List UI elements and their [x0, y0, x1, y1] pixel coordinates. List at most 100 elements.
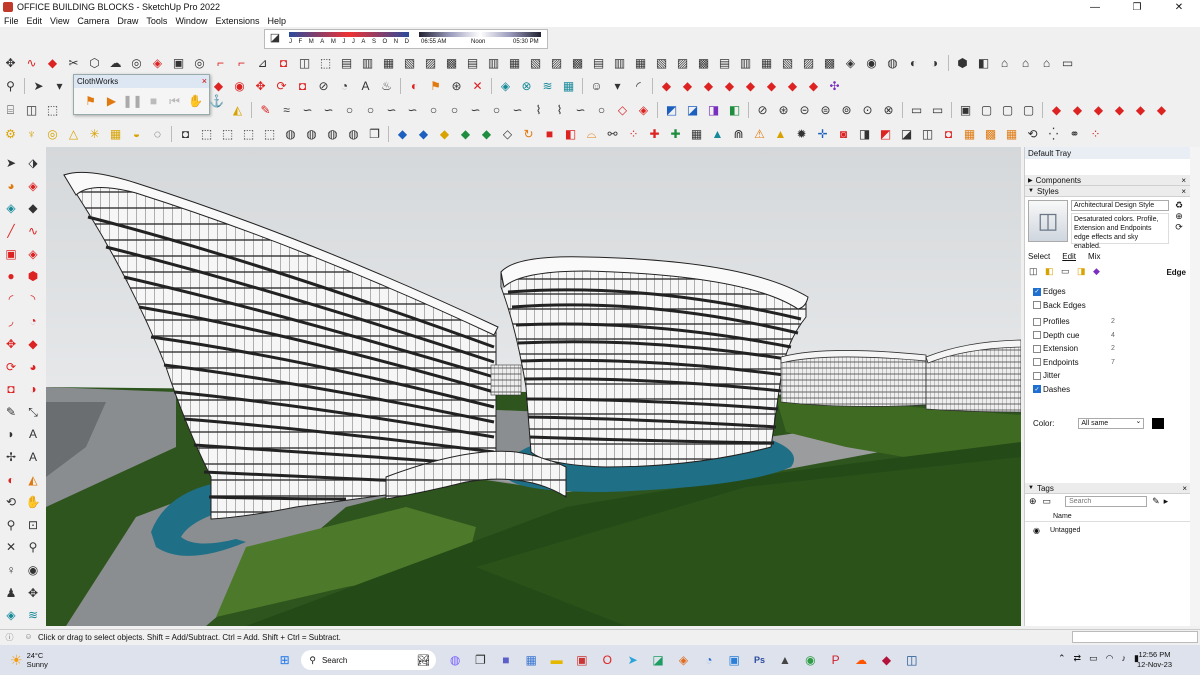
curve-icon[interactable]: ∽ — [404, 101, 422, 119]
cube-icon[interactable]: ▨ — [548, 54, 566, 72]
axis-icon[interactable]: ◆ — [658, 77, 676, 95]
view-icon[interactable]: ▭ — [908, 101, 926, 119]
dots-icon[interactable]: ⁘ — [625, 125, 643, 143]
add-tag-icon[interactable]: ⊕ — [1029, 496, 1037, 507]
cube-icon[interactable]: ⬚ — [317, 54, 335, 72]
copilot-icon[interactable]: ◍ — [445, 650, 465, 670]
edge-option-dashes[interactable]: ✓ Dashes — [1025, 383, 1190, 397]
jitter-checkbox[interactable] — [1033, 371, 1041, 380]
endpoints-value[interactable]: 7 — [1111, 359, 1115, 366]
ring-icon[interactable]: ◎ — [128, 54, 146, 72]
style-icon[interactable]: ⊚ — [838, 101, 856, 119]
cube-icon[interactable]: ▩ — [569, 54, 587, 72]
paint-bucket-icon[interactable]: ♨ — [378, 77, 396, 95]
offset-icon[interactable]: ◑ — [24, 380, 42, 398]
volume-icon[interactable]: ♪ — [1121, 653, 1126, 664]
cube-icon[interactable]: ▥ — [737, 54, 755, 72]
star-icon[interactable]: ✳ — [86, 125, 104, 143]
cube-icon[interactable]: ▥ — [359, 54, 377, 72]
left-view-icon[interactable]: ▭ — [1059, 54, 1077, 72]
window-icon[interactable]: ▢ — [999, 101, 1017, 119]
shape-icon[interactable]: ◘ — [940, 125, 958, 143]
protractor-icon[interactable]: ◗ — [2, 425, 20, 443]
add-folder-icon[interactable]: ▭ — [1043, 496, 1052, 507]
walk-icon[interactable]: ⚑ — [427, 77, 445, 95]
cylinder-icon[interactable]: ◍ — [282, 125, 300, 143]
cube-icon[interactable]: ▩ — [821, 54, 839, 72]
tool-icon[interactable]: ◈ — [635, 101, 653, 119]
photos-icon[interactable]: ▣ — [724, 650, 744, 670]
prism-icon[interactable]: △ — [65, 125, 83, 143]
box-icon[interactable]: ◫ — [296, 54, 314, 72]
profiles-value[interactable]: 2 — [1111, 318, 1115, 325]
menu-draw[interactable]: Draw — [117, 16, 138, 26]
building-distant-3[interactable] — [490, 364, 522, 396]
home-icon[interactable]: ⌂ — [996, 54, 1014, 72]
position-camera-icon[interactable]: ♀ — [2, 561, 20, 579]
pinterest-icon[interactable]: P — [826, 650, 846, 670]
weather-widget[interactable]: ☀ 24°C Sunny — [10, 651, 48, 669]
dimension-icon[interactable]: ⤡ — [24, 403, 42, 421]
link-icon[interactable]: ⚯ — [604, 125, 622, 143]
menu-edit[interactable]: Edit — [27, 16, 43, 26]
time-slider[interactable]: 06:55 AM Noon 05:30 PM — [415, 30, 545, 48]
style-icon[interactable]: ⊙ — [859, 101, 877, 119]
circle-icon[interactable]: ○ — [446, 101, 464, 119]
cube-icon[interactable]: ⬚ — [44, 101, 62, 119]
eraser-icon[interactable]: ◈ — [149, 54, 167, 72]
style-description-field[interactable]: Desaturated colors. Profile, Extension a… — [1071, 213, 1169, 250]
tab-mix[interactable]: Mix — [1088, 252, 1100, 261]
grid-icon[interactable]: ▦ — [107, 125, 125, 143]
rotate-icon[interactable]: ⟳ — [2, 358, 20, 376]
follow-me-icon[interactable]: ◕ — [24, 358, 42, 376]
plugin-icon[interactable]: ◆ — [1090, 101, 1108, 119]
tag-row[interactable]: ◉ Untagged — [1025, 524, 1191, 536]
menu-extensions[interactable]: Extensions — [215, 16, 259, 26]
rewind-icon[interactable]: ⏮ — [166, 92, 184, 110]
cube-icon[interactable]: ⬚ — [219, 125, 237, 143]
box-icon[interactable]: ▣ — [170, 54, 188, 72]
tape-measure-icon[interactable]: ✎ — [2, 403, 20, 421]
style-icon[interactable]: ⊝ — [796, 101, 814, 119]
sandbox-icon[interactable]: ◭ — [229, 101, 247, 119]
lamp-icon[interactable]: ♆ — [23, 125, 41, 143]
arc-icon[interactable]: ◜ — [2, 290, 20, 308]
cube-icon[interactable]: ◍ — [884, 54, 902, 72]
app-icon[interactable]: ◪ — [648, 650, 668, 670]
push-pull-icon[interactable]: ◆ — [24, 335, 42, 353]
zoom-window-icon[interactable]: ⊡ — [24, 516, 42, 534]
cube-icon[interactable]: ◘ — [275, 54, 293, 72]
stairs-icon[interactable]: ⊿ — [254, 54, 272, 72]
taskbar-clock[interactable]: 12:56 PM 12-Nov-23 — [1137, 650, 1172, 670]
cylinder-icon[interactable]: ◍ — [324, 125, 342, 143]
warehouse-icon[interactable]: ◈ — [2, 199, 20, 217]
circle-icon[interactable]: ○ — [425, 101, 443, 119]
wifi-icon[interactable]: ◠ — [1106, 653, 1114, 664]
pipe-icon[interactable]: ◙ — [835, 125, 853, 143]
style-icon[interactable]: ⊘ — [754, 101, 772, 119]
corner-icon[interactable]: ⌐ — [233, 54, 251, 72]
cube-icon[interactable]: ⬚ — [198, 125, 216, 143]
edges-checkbox[interactable]: ✓ — [1033, 287, 1041, 296]
cube-icon[interactable]: ▥ — [611, 54, 629, 72]
grid-icon[interactable]: ▦ — [560, 77, 578, 95]
cube-icon[interactable]: ◈ — [842, 54, 860, 72]
curve-icon[interactable]: ∿ — [23, 54, 41, 72]
solid-tools-icon[interactable]: ⌸ — [2, 101, 20, 119]
plugin-icon[interactable]: ◆ — [1048, 101, 1066, 119]
cube-icon[interactable]: ▧ — [653, 54, 671, 72]
messenger-icon[interactable]: ◔ — [699, 650, 719, 670]
plugin-icon[interactable]: ◆ — [1069, 101, 1087, 119]
menu-camera[interactable]: Camera — [77, 16, 109, 26]
cloud-icon[interactable]: ☁ — [107, 54, 125, 72]
previous-view-icon[interactable]: ⚲ — [24, 538, 42, 556]
extension-value[interactable]: 2 — [1111, 345, 1115, 352]
clothworks-close-button[interactable]: × — [202, 76, 207, 86]
text-icon[interactable]: A — [24, 425, 42, 443]
office-icon[interactable]: ▣ — [572, 650, 592, 670]
telegram-icon[interactable]: ➤ — [623, 650, 643, 670]
style-icon[interactable]: ⊛ — [775, 101, 793, 119]
sandbox-icon[interactable]: ◭ — [24, 471, 42, 489]
spline-icon[interactable]: ⌇ — [530, 101, 548, 119]
measurements-box[interactable] — [1072, 631, 1198, 643]
